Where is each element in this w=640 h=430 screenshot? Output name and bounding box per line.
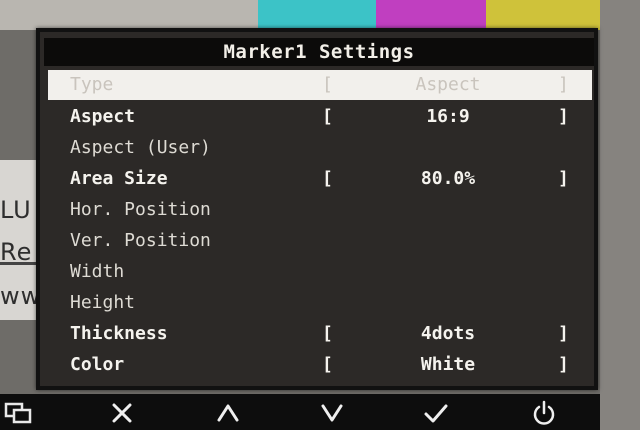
menu-row-color[interactable]: Color [ White ]: [48, 350, 592, 380]
menu-row-height[interactable]: Height: [48, 288, 592, 318]
background-text-line: LU: [0, 196, 32, 224]
down-button[interactable]: [312, 396, 352, 430]
enter-button[interactable]: [416, 396, 456, 430]
menu-row-value: White: [420, 354, 476, 375]
osd-title: Marker1 Settings: [44, 38, 594, 66]
menu-row-label: Hor. Position: [70, 199, 211, 220]
menu-row-label: Height: [70, 292, 136, 313]
menu-row-thickness[interactable]: Thickness [ 4dots ]: [48, 319, 592, 349]
menu-row-label: Aspect: [70, 106, 136, 127]
osd-settings-panel: Marker1 Settings Type [ Aspect ] Aspect …: [36, 28, 598, 390]
menu-row-label: Thickness: [70, 323, 168, 344]
color-bar-yellow: [486, 0, 601, 30]
left-bracket: [: [322, 354, 333, 375]
menu-row-label: Area Size: [70, 168, 168, 189]
power-icon: [533, 400, 555, 425]
checkmark-icon: [424, 404, 448, 423]
background-gray-area: [0, 0, 260, 30]
right-bracket: ]: [558, 354, 569, 375]
chevron-down-icon: [321, 404, 343, 422]
right-bracket: ]: [558, 323, 569, 344]
monitor-button-bar: [0, 394, 600, 430]
menu-row-label: Color: [70, 354, 125, 375]
input-switch-icon: [4, 402, 32, 424]
menu-row-type[interactable]: Type [ Aspect ]: [48, 70, 592, 100]
background-right-area: [600, 0, 640, 430]
menu-row-ver-position[interactable]: Ver. Position: [48, 226, 592, 256]
right-bracket: ]: [558, 168, 569, 189]
background-divider: [0, 262, 40, 265]
menu-row-label: Aspect (User): [70, 137, 211, 158]
menu-row-value: 4dots: [420, 323, 476, 344]
color-bar-magenta: [376, 0, 486, 30]
left-bracket: [: [322, 74, 333, 95]
left-bracket: [: [322, 106, 333, 127]
input-switch-button[interactable]: [0, 396, 40, 430]
menu-row-area-size[interactable]: Area Size [ 80.0% ]: [48, 164, 592, 194]
menu-row-label: Ver. Position: [70, 230, 211, 251]
menu-row-label: Width: [70, 261, 125, 282]
menu-row-width[interactable]: Width: [48, 257, 592, 287]
right-bracket: ]: [558, 74, 569, 95]
left-bracket: [: [322, 168, 333, 189]
color-bar-cyan: [258, 0, 376, 30]
menu-row-value: 16:9: [426, 106, 470, 127]
close-button[interactable]: [102, 396, 142, 430]
menu-row-label: Type: [70, 74, 114, 95]
left-bracket: [: [322, 323, 333, 344]
menu-row-value: 80.0%: [420, 168, 476, 189]
menu-row-hor-position[interactable]: Hor. Position: [48, 195, 592, 225]
power-button[interactable]: [524, 396, 564, 430]
menu-row-value: Aspect: [415, 74, 481, 95]
menu-row-aspect[interactable]: Aspect [ 16:9 ]: [48, 102, 592, 132]
chevron-up-icon: [217, 404, 239, 422]
close-icon: [112, 403, 132, 423]
up-button[interactable]: [208, 396, 248, 430]
menu-row-aspect-user[interactable]: Aspect (User): [48, 133, 592, 163]
right-bracket: ]: [558, 106, 569, 127]
